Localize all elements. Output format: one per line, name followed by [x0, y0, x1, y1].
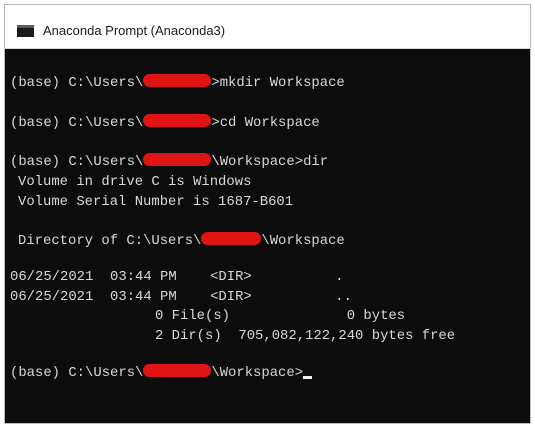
console-line-mkdir: (base) C:\Users\ >mkdir Workspace	[10, 74, 345, 94]
dir-entry-current: 06/25/2021 03:44 PM <DIR> .	[10, 268, 343, 288]
command-text: >cd Workspace	[211, 115, 320, 131]
console-output[interactable]: (base) C:\Users\ >mkdir Workspace (base) …	[5, 57, 530, 423]
title-bar[interactable]: Anaconda Prompt (Anaconda3)	[5, 5, 530, 49]
command-text: >mkdir Workspace	[211, 75, 345, 91]
entry-date: 06/25/2021	[10, 289, 94, 305]
volume-label-line: Volume in drive C is Windows	[18, 174, 252, 190]
entry-name: ..	[335, 289, 352, 305]
entry-time: 03:44 PM	[110, 269, 177, 285]
redacted-username	[143, 114, 212, 127]
dirs-summary-line: 2 Dir(s) 705,082,122,240 bytes free	[155, 328, 456, 344]
entry-time: 03:44 PM	[110, 289, 177, 305]
redacted-username	[143, 74, 212, 87]
window-title: Anaconda Prompt (Anaconda3)	[43, 23, 226, 38]
console-line-dir: (base) C:\Users\ \Workspace>dir	[10, 153, 328, 173]
directory-suffix: \Workspace	[261, 233, 345, 249]
volume-serial-line: Volume Serial Number is 1687-B601	[18, 194, 294, 210]
prompt-prefix: (base) C:\Users\	[10, 75, 144, 91]
redacted-username	[201, 232, 262, 245]
prompt-prefix: (base) C:\Users\	[10, 154, 144, 170]
redacted-username	[143, 153, 212, 166]
entry-type: <DIR>	[210, 269, 252, 285]
entry-date: 06/25/2021	[10, 269, 94, 285]
console-line-cd: (base) C:\Users\ >cd Workspace	[10, 114, 320, 134]
prompt-suffix: \Workspace>	[211, 365, 304, 381]
redacted-username	[143, 364, 212, 377]
dir-entry-parent: 06/25/2021 03:44 PM <DIR> ..	[10, 288, 352, 308]
command-text: \Workspace>dir	[211, 154, 329, 170]
prompt-prefix: (base) C:\Users\	[10, 365, 144, 381]
console-window-icon	[17, 25, 34, 37]
files-summary-line: 0 File(s) 0 bytes	[155, 308, 406, 324]
prompt-prefix: (base) C:\Users\	[10, 115, 144, 131]
entry-type: <DIR>	[210, 289, 252, 305]
directory-prefix: Directory of C:\Users\	[18, 233, 202, 249]
text-cursor	[303, 376, 313, 379]
directory-of-line: Directory of C:\Users\ \Workspace	[18, 232, 345, 252]
entry-name: .	[335, 269, 344, 285]
anaconda-prompt-window: Anaconda Prompt (Anaconda3) (base) C:\Us…	[4, 4, 531, 424]
console-line-prompt: (base) C:\Users\ \Workspace>	[10, 364, 313, 384]
